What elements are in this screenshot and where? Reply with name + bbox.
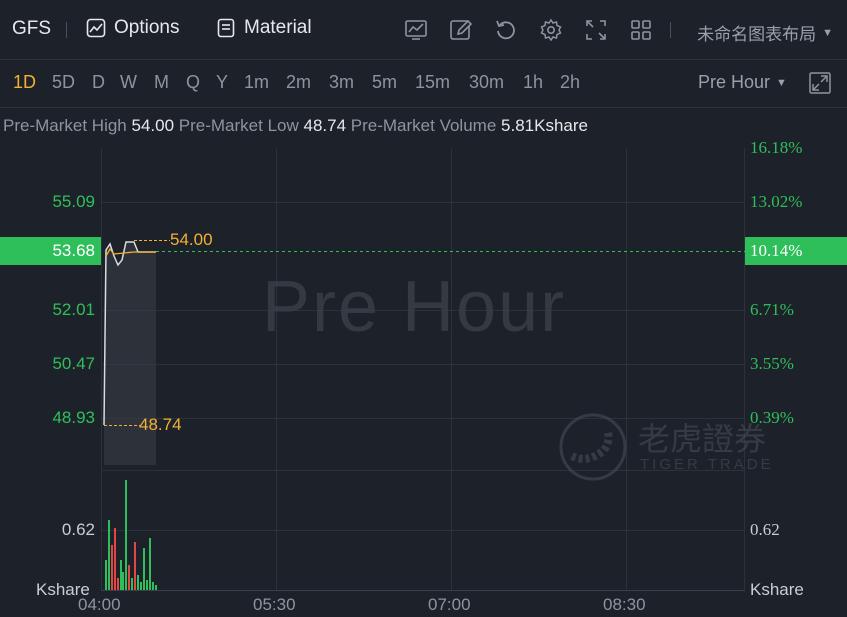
right-axis-label: 16.18% <box>750 138 803 157</box>
volume-bar <box>105 560 107 590</box>
time-axis-label: 08:30 <box>603 595 646 614</box>
volume-bar <box>152 582 154 590</box>
left-axis-label: 50.47 <box>52 354 95 373</box>
tiger-logo-icon <box>559 413 627 481</box>
right-axis-label: 13.02% <box>750 192 803 211</box>
tiger-trade-watermark: 老虎證券 TIGER TRADE <box>558 412 774 482</box>
left-axis-label: 52.01 <box>52 300 95 319</box>
volume-bar <box>114 528 116 590</box>
time-axis-label: 04:00 <box>78 595 121 614</box>
time-axis-label: 07:00 <box>428 595 471 614</box>
volume-bar <box>137 575 139 590</box>
volume-bar <box>111 545 113 590</box>
volume-unit-right: Kshare <box>750 580 804 599</box>
volume-axis-right: 0.62 <box>750 520 780 539</box>
high-marker-label: 54.00 <box>170 230 213 249</box>
right-axis-label: 0.39% <box>750 408 794 427</box>
left-axis-label: 55.09 <box>52 192 95 211</box>
volume-bar <box>125 480 127 590</box>
right-axis-label: 6.71% <box>750 300 794 319</box>
volume-bar <box>122 572 124 590</box>
volume-bar <box>143 548 145 590</box>
brand-english: TIGER TRADE <box>640 455 774 473</box>
volume-bar <box>117 578 119 590</box>
volume-bar <box>140 582 142 590</box>
last-pct-badge: 10.14% <box>745 237 847 265</box>
volume-bar <box>120 560 122 590</box>
low-marker-label: 48.74 <box>139 415 182 434</box>
volume-bar <box>134 542 136 590</box>
right-axis-label: 3.55% <box>750 354 794 373</box>
volume-bar <box>149 538 151 590</box>
volume-bar <box>108 520 110 590</box>
left-axis-label: 48.93 <box>52 408 95 427</box>
last-price-badge: 53.68 <box>0 237 101 265</box>
volume-bar <box>146 580 148 590</box>
volume-bar <box>155 585 157 590</box>
time-axis-label: 05:30 <box>253 595 296 614</box>
volume-bar <box>128 565 130 590</box>
volume-axis-left: 0.62 <box>61 520 95 539</box>
volume-bar <box>131 578 133 590</box>
session-watermark: Pre Hour <box>262 267 567 347</box>
